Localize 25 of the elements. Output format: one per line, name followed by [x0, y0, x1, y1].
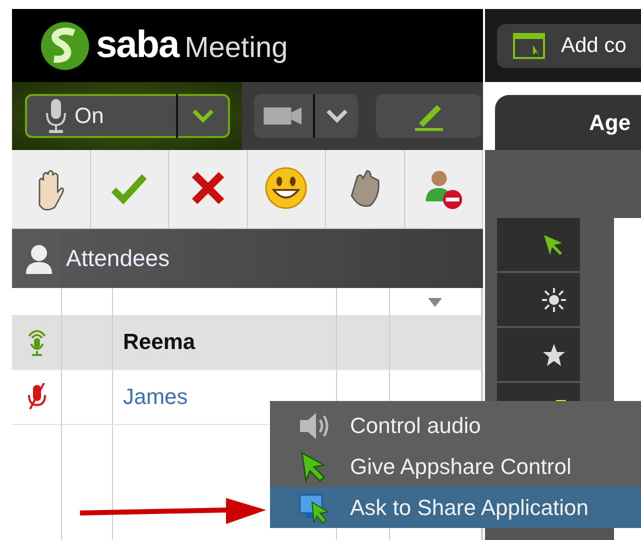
pen-button[interactable] — [376, 94, 481, 138]
brand-name: saba — [96, 24, 179, 67]
menu-item[interactable]: Give Appshare Control — [270, 446, 641, 487]
chevron-icon — [326, 109, 348, 123]
panel-title: Attendees — [66, 245, 170, 272]
tool-button[interactable] — [497, 218, 580, 271]
add-content-button[interactable]: Add co — [497, 24, 641, 68]
attendee-row[interactable]: Reema — [12, 315, 483, 370]
camera-button[interactable] — [254, 94, 358, 138]
window-icon — [513, 32, 545, 58]
sun-icon — [542, 288, 566, 312]
microphone-icon — [44, 99, 66, 133]
attendee-name: Reema — [113, 315, 337, 369]
chevron-icon — [192, 109, 214, 123]
person-icon — [26, 244, 52, 274]
monitor-pointer-icon — [298, 492, 330, 524]
tool-button[interactable] — [497, 273, 580, 326]
menu-item[interactable]: Ask to Share Application — [270, 487, 641, 528]
product-name: Meeting — [184, 32, 288, 65]
tool-button[interactable] — [497, 328, 580, 381]
audio-button[interactable]: On — [24, 94, 230, 138]
logo-icon — [40, 20, 90, 70]
smiley-icon — [264, 167, 308, 211]
star-icon — [542, 342, 566, 366]
tab[interactable]: Age — [495, 95, 641, 150]
